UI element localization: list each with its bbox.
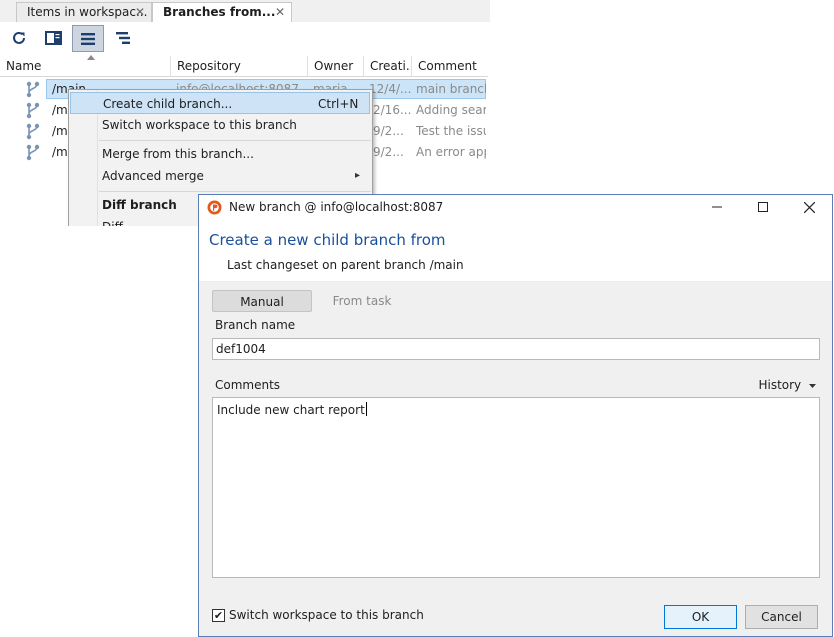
- branch-icon: [26, 123, 40, 140]
- tree-view-icon: [116, 32, 130, 44]
- menu-divider: [99, 191, 371, 192]
- minimize-icon: [712, 206, 722, 208]
- branch-name: /m: [52, 124, 68, 138]
- branch-created: 9/2...: [373, 124, 404, 138]
- branch-comment: Adding searc: [416, 103, 486, 117]
- column-label: Creati...: [370, 59, 411, 73]
- branch-name: /m: [52, 145, 68, 159]
- branch-comment: main branch: [416, 82, 486, 96]
- sort-ascending-icon: [87, 55, 95, 60]
- title-bar[interactable]: New branch @ info@localhost:8087: [199, 195, 832, 219]
- list-view-icon: [81, 32, 95, 45]
- tab-strip: Items in workspac... ✕ Branches from... …: [0, 0, 490, 23]
- branch-name-field[interactable]: def1004: [212, 338, 820, 360]
- branch-icon: [26, 102, 40, 119]
- tab-label: Branches from...: [163, 5, 276, 19]
- dialog-heading: Create a new child branch from: [209, 231, 446, 249]
- refresh-button[interactable]: [4, 25, 34, 51]
- column-label: Comment: [418, 59, 477, 73]
- close-icon[interactable]: ✕: [135, 3, 145, 21]
- panel-icon: [44, 31, 62, 45]
- toggle-panel-button[interactable]: [38, 25, 68, 51]
- cancel-button[interactable]: Cancel: [745, 605, 818, 629]
- comments-label: Comments: [215, 378, 281, 392]
- dialog-header: Create a new child branch from Last chan…: [199, 219, 832, 282]
- history-dropdown[interactable]: History: [758, 378, 816, 392]
- menu-item-merge-from-branch[interactable]: Merge from this branch...: [69, 143, 372, 165]
- mode-manual-button[interactable]: Manual: [212, 290, 312, 312]
- new-branch-dialog: New branch @ info@localhost:8087 Create …: [198, 194, 833, 637]
- column-header-row: Name Repository Owner Creati... Comment: [0, 55, 488, 77]
- tab-branches[interactable]: Branches from... ✕: [152, 2, 292, 23]
- dialog-title: New branch @ info@localhost:8087: [229, 200, 444, 214]
- close-icon: [803, 201, 815, 213]
- column-owner[interactable]: Owner: [308, 56, 364, 76]
- branch-name-value: def1004: [216, 342, 266, 356]
- menu-item-label: Merge from this branch...: [102, 147, 254, 161]
- column-label: Repository: [177, 59, 241, 73]
- dialog-body: Manual From task Branch name def1004 Com…: [199, 282, 832, 636]
- menu-item-label: Diff branch: [102, 198, 177, 212]
- column-label: Owner: [314, 59, 354, 73]
- branch-comment: An error appe: [416, 145, 486, 159]
- branch-name-label: Branch name: [215, 318, 296, 332]
- branch-icon: [26, 81, 40, 98]
- minimize-button[interactable]: [694, 195, 740, 219]
- menu-item-shortcut: Ctrl+N: [318, 97, 359, 111]
- tab-label: Items in workspac...: [27, 5, 148, 19]
- column-name[interactable]: Name: [0, 56, 171, 76]
- menu-item-label: Switch workspace to this branch: [102, 118, 297, 132]
- switch-workspace-checkbox[interactable]: ✔: [212, 609, 225, 622]
- toolbar: [0, 22, 490, 54]
- refresh-icon: [13, 31, 25, 44]
- branch-created: 9/2...: [373, 145, 404, 159]
- column-comment[interactable]: Comment: [412, 56, 488, 76]
- branch-created: 12/4/...: [369, 82, 411, 96]
- menu-item-label: Advanced merge: [102, 169, 204, 183]
- comments-value: Include new chart report: [217, 403, 365, 417]
- branch-created: 2/16...: [373, 103, 411, 117]
- app-logo-icon: [207, 200, 222, 215]
- column-label: Name: [6, 59, 42, 73]
- column-creation-date[interactable]: Creati...: [364, 56, 412, 76]
- menu-item-advanced-merge[interactable]: Advanced merge ▸: [69, 165, 372, 187]
- menu-divider: [99, 140, 371, 141]
- dialog-subheading: Last changeset on parent branch /main: [227, 258, 464, 272]
- tree-view-button[interactable]: [108, 25, 138, 51]
- ok-button[interactable]: OK: [664, 605, 737, 629]
- menu-item-label: Diff: [102, 216, 123, 226]
- close-button[interactable]: [786, 195, 832, 219]
- branch-name: /m: [52, 103, 68, 117]
- maximize-button[interactable]: [740, 195, 786, 219]
- text-caret: [365, 402, 367, 416]
- comments-textarea[interactable]: Include new chart report: [212, 397, 820, 578]
- close-icon[interactable]: ✕: [275, 3, 285, 21]
- branch-comment: Test the issue: [416, 124, 486, 138]
- menu-item-create-child-branch[interactable]: Create child branch... Ctrl+N: [70, 92, 370, 114]
- chevron-down-icon: [809, 384, 816, 388]
- list-view-button[interactable]: [72, 25, 104, 52]
- tab-items-in-workspace[interactable]: Items in workspac... ✕: [16, 2, 152, 22]
- column-repository[interactable]: Repository: [171, 56, 308, 76]
- branch-explorer: Items in workspac... ✕ Branches from... …: [0, 0, 490, 226]
- branch-icon: [26, 144, 40, 161]
- maximize-icon: [758, 202, 768, 212]
- menu-item-switch-workspace[interactable]: Switch workspace to this branch: [69, 114, 372, 136]
- switch-workspace-label: Switch workspace to this branch: [229, 608, 424, 622]
- history-label: History: [758, 378, 802, 392]
- submenu-arrow-icon: ▸: [355, 170, 361, 181]
- menu-item-label: Create child branch...: [103, 97, 233, 111]
- mode-from-task-button[interactable]: From task: [317, 290, 407, 312]
